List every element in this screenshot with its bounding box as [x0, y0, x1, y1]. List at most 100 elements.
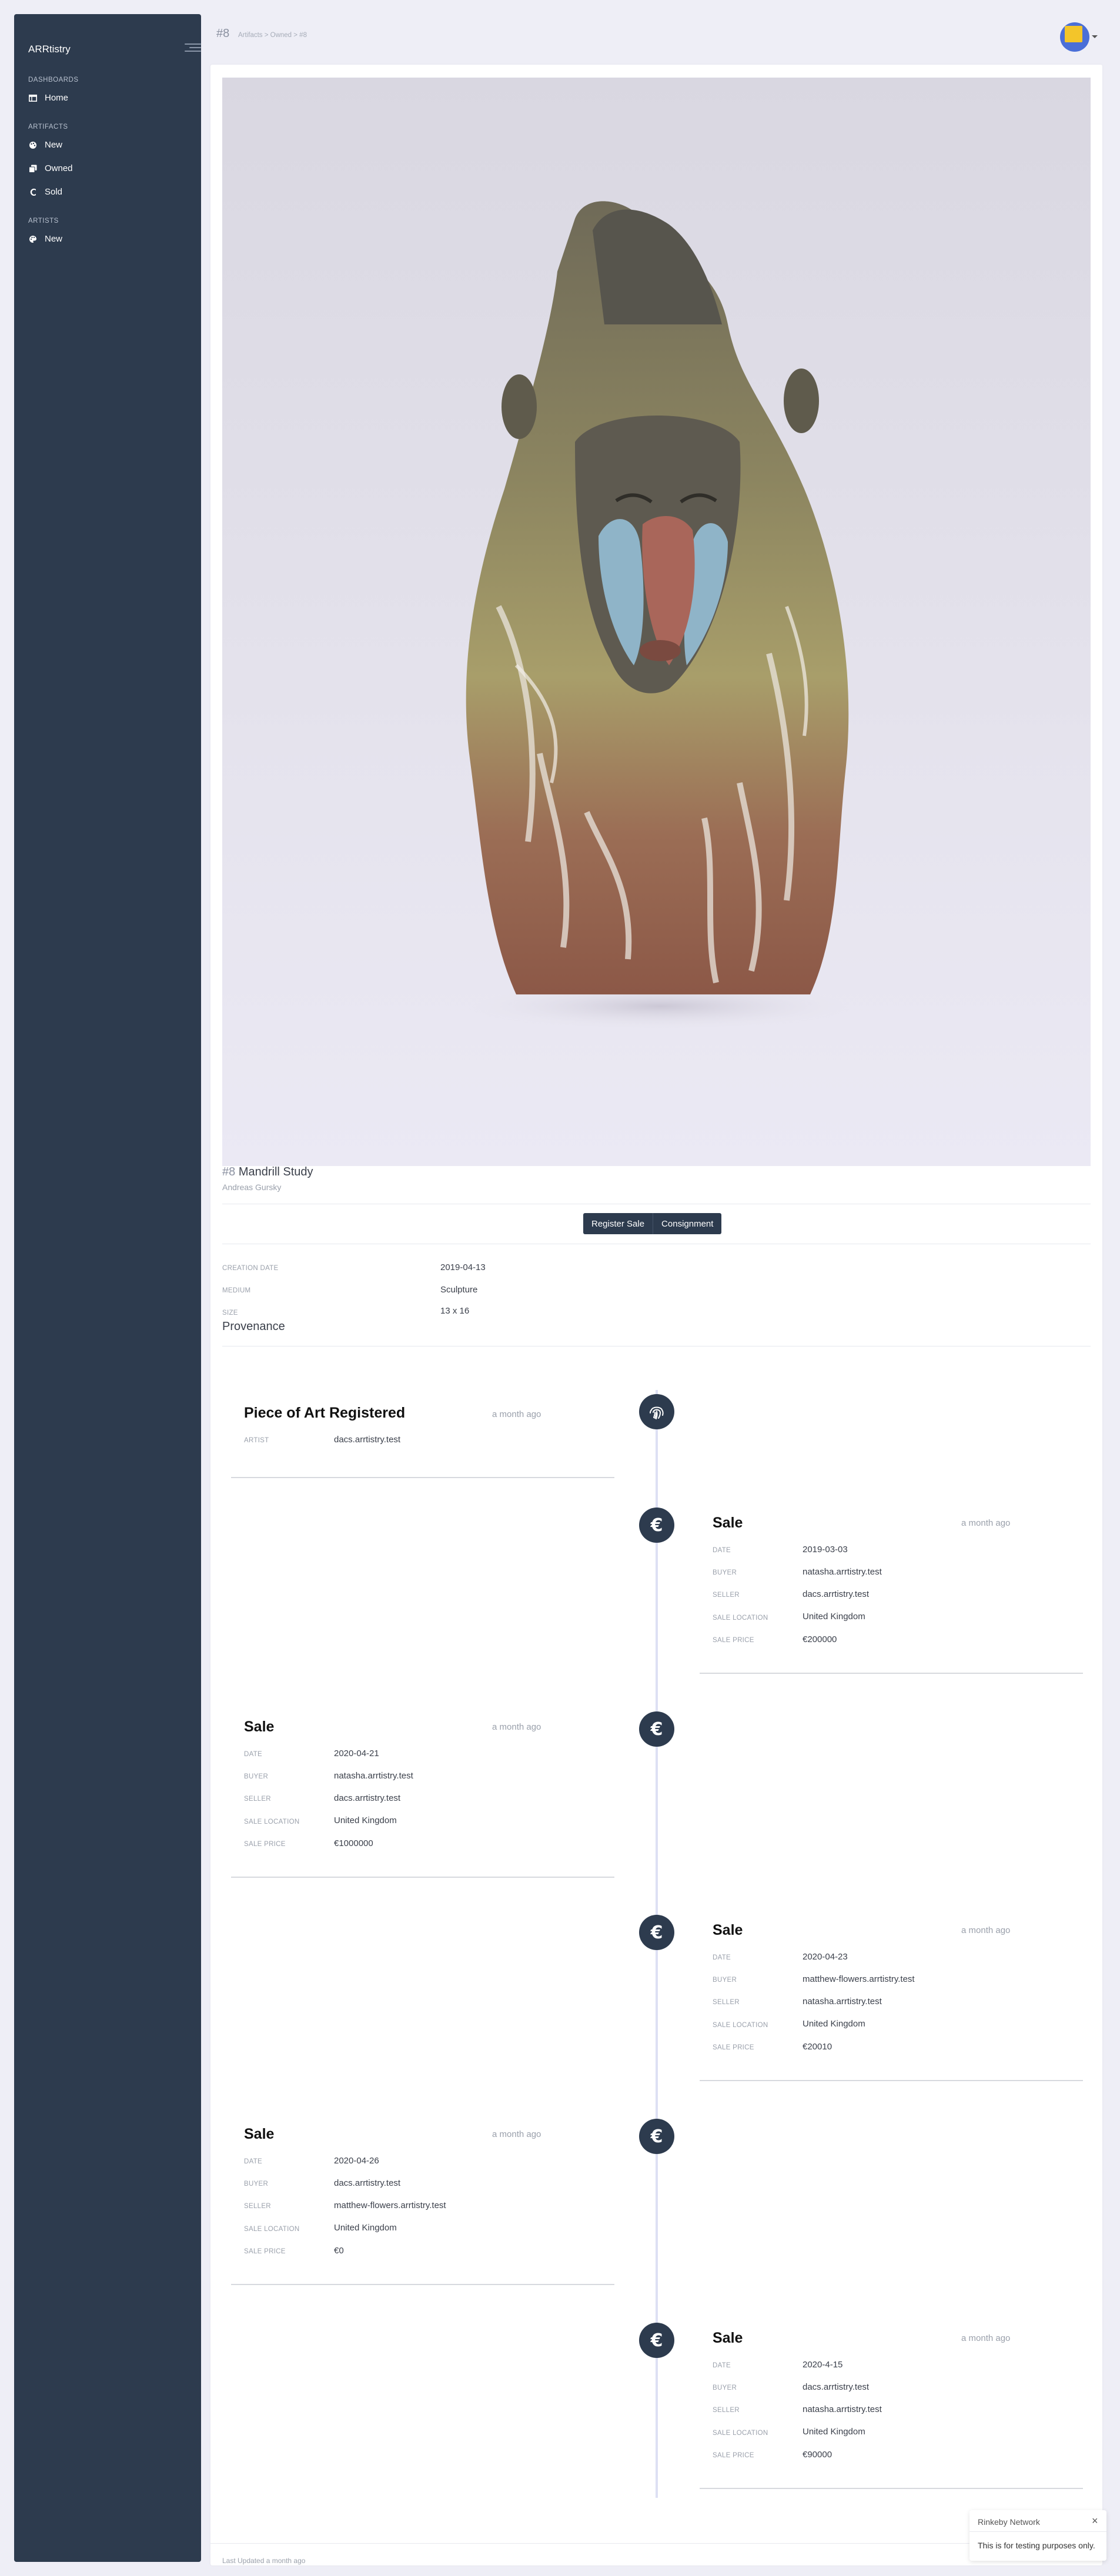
euro-glyph: € [650, 1515, 663, 1536]
divider [210, 2543, 1102, 2544]
artist-label: ARTIST [244, 1437, 269, 1444]
timeline-card-title: Piece of Art Registered [244, 1405, 406, 1421]
location-label: SALE LOCATION [244, 1818, 300, 1825]
euro-glyph: € [650, 2126, 663, 2147]
location-label: SALE LOCATION [713, 1614, 768, 1622]
sidebar-item-label: Home [45, 93, 69, 103]
timeline-card-sale: Sale a month ago DATE 2020-04-23 BUYER m… [700, 1921, 1083, 2081]
seller-label: SELLER [244, 2203, 271, 2210]
euro-icon: € [639, 2323, 674, 2358]
network-toast: Rinkeby Network × This is for testing pu… [969, 2510, 1106, 2561]
seller-label: SELLER [713, 1592, 740, 1599]
medium-label: MEDIUM [222, 1287, 251, 1294]
location-label: SALE LOCATION [713, 2430, 768, 2437]
timeline-card-sale: Sale a month ago DATE 2020-04-21 BUYER n… [231, 1717, 614, 1878]
sidebar-section-artists: ARTISTS [28, 217, 59, 225]
timeline-card-registered: Piece of Art Registered a month ago ARTI… [231, 1387, 614, 1478]
sidebar-item-artists-new[interactable]: New [28, 234, 62, 244]
sidebar-item-label: New [45, 234, 63, 244]
buyer-label: BUYER [713, 1569, 737, 1576]
location-value: United Kingdom [803, 1612, 865, 1622]
sidebar-item-owned[interactable]: Owned [28, 163, 73, 173]
artwork-image [222, 78, 1091, 1166]
fingerprint-icon [639, 1394, 674, 1429]
euro-icon: € [639, 2119, 674, 2154]
euro-icon: € [639, 1508, 674, 1543]
seller-label: SELLER [244, 1796, 271, 1803]
sidebar-item-sold[interactable]: Sold [28, 187, 62, 197]
sidebar-item-label: Owned [45, 163, 73, 173]
location-value: United Kingdom [803, 2019, 865, 2029]
timeline-card-sale: Sale a month ago DATE 2019-03-03 BUYER n… [700, 1513, 1083, 1674]
brand-logo[interactable]: ARRtistry [28, 43, 71, 55]
sidebar-item-home[interactable]: Home [28, 93, 68, 103]
consignment-button[interactable]: Consignment [653, 1213, 722, 1234]
buyer-label: BUYER [713, 1977, 737, 1984]
buyer-label: BUYER [713, 2384, 737, 2391]
price-label: SALE PRICE [713, 1637, 754, 1644]
size-label: SIZE [222, 1309, 238, 1317]
sidebar-item-label: Sold [45, 187, 63, 197]
timeline-card-time: a month ago [492, 2129, 541, 2139]
timeline-card-title: Sale [244, 1719, 275, 1735]
location-value: United Kingdom [334, 2223, 397, 2233]
date-label: DATE [713, 2362, 731, 2369]
medium-value: Sculpture [440, 1285, 478, 1295]
seller-value: matthew-flowers.arrtistry.test [334, 2200, 446, 2210]
price-value: €90000 [803, 2450, 833, 2460]
euro-glyph: € [650, 1922, 663, 1943]
creation-date-value: 2019-04-13 [440, 1262, 486, 1272]
palette-icon [28, 235, 38, 244]
sidebar-section-artifacts: ARTIFACTS [28, 123, 68, 130]
price-value: €200000 [803, 1634, 837, 1644]
buyer-label: BUYER [244, 2180, 269, 2188]
timeline-card-title: Sale [244, 2126, 275, 2142]
date-label: DATE [713, 1547, 731, 1554]
register-sale-button[interactable]: Register Sale [583, 1213, 654, 1234]
seller-value: dacs.arrtistry.test [334, 1793, 401, 1803]
timeline-card-time: a month ago [492, 1722, 541, 1732]
seller-value: natasha.arrtistry.test [803, 1997, 882, 2006]
euro-icon [28, 187, 38, 197]
price-value: €20010 [803, 2042, 833, 2052]
avatar[interactable] [1060, 22, 1089, 52]
price-label: SALE PRICE [713, 2452, 754, 2459]
palette-icon [28, 140, 38, 150]
date-value: 2020-04-21 [334, 1748, 379, 1758]
buyer-value: natasha.arrtistry.test [334, 1771, 413, 1781]
timeline-card-title: Sale [713, 1922, 743, 1938]
divider [969, 2531, 1106, 2532]
timeline-card-time: a month ago [492, 1409, 541, 1419]
action-button-group: Register Sale Consignment [583, 1213, 722, 1234]
price-label: SALE PRICE [244, 2248, 286, 2255]
artifact-artist: Andreas Gursky [222, 1183, 282, 1192]
timeline-card-title: Sale [713, 1515, 743, 1531]
artifact-name: Mandrill Study [238, 1165, 313, 1178]
seller-label: SELLER [713, 1999, 740, 2006]
sidebar-section-dashboards: DASHBOARDS [28, 76, 79, 83]
price-label: SALE PRICE [713, 2044, 754, 2051]
location-label: SALE LOCATION [713, 2022, 768, 2029]
creation-date-label: CREATION DATE [222, 1265, 279, 1272]
location-label: SALE LOCATION [244, 2226, 300, 2233]
close-icon[interactable]: × [1092, 2515, 1098, 2527]
breadcrumb[interactable]: Artifacts > Owned > #8 [238, 32, 307, 39]
sidebar-toggle-button[interactable] [185, 41, 201, 54]
provenance-heading: Provenance [222, 1320, 285, 1333]
buyer-value: dacs.arrtistry.test [803, 2382, 870, 2392]
location-value: United Kingdom [803, 2427, 865, 2437]
timeline-card-sale: Sale a month ago DATE 2020-04-26 BUYER d… [231, 2125, 614, 2285]
sidebar-item-artifacts-new[interactable]: New [28, 140, 62, 150]
date-label: DATE [713, 1954, 731, 1961]
seller-value: dacs.arrtistry.test [803, 1589, 870, 1599]
artifact-title: #8 Mandrill Study [222, 1165, 313, 1179]
date-value: 2020-04-23 [803, 1952, 848, 1962]
date-value: 2020-04-26 [334, 2156, 379, 2166]
euro-icon: € [639, 1711, 674, 1747]
price-value: €0 [334, 2246, 344, 2256]
chevron-down-icon[interactable] [1092, 35, 1098, 38]
artifact-number: #8 [222, 1165, 236, 1178]
last-updated-text: Last Updated a month ago [222, 2557, 306, 2565]
date-value: 2019-03-03 [803, 1545, 848, 1555]
size-value: 13 x 16 [440, 1306, 470, 1316]
